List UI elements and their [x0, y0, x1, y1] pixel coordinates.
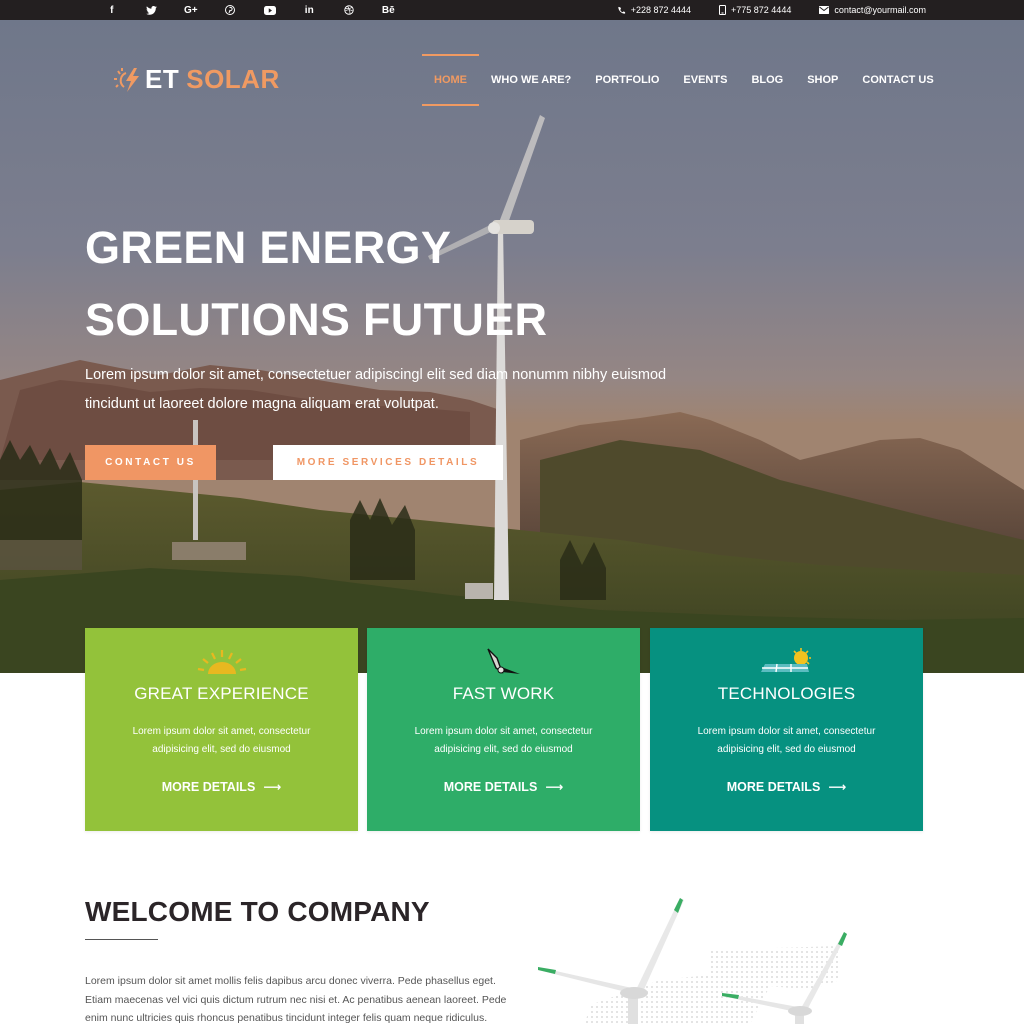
nav-item-contact-us[interactable]: CONTACT US — [850, 54, 945, 106]
card-title: TECHNOLOGIES — [717, 684, 856, 703]
card-desc-line-1: Lorem ipsum dolor sit amet, consectetur — [414, 726, 593, 737]
dribbble-icon[interactable] — [329, 0, 369, 20]
mobile-icon — [719, 5, 727, 15]
mobile-number: +775 872 4444 — [731, 5, 792, 15]
welcome-text: Lorem ipsum dolor sit amet mollis felis … — [85, 975, 507, 1024]
nav-item-who-we-are[interactable]: WHO WE ARE? — [479, 54, 583, 106]
arrow-right-icon: ⟶ — [263, 780, 282, 794]
email-address[interactable]: contact@yourmail.com — [834, 5, 926, 15]
card-description: Lorem ipsum dolor sit amet, consectetur … — [397, 723, 610, 759]
hero-text-line-2: tincidunt ut laoreet dolore magna aliqua… — [85, 396, 439, 412]
phone-contact: +228 872 4444 — [617, 5, 691, 15]
solar-panel-icon — [650, 648, 923, 674]
card-title: GREAT EXPERIENCE — [134, 684, 309, 703]
facebook-icon[interactable]: f — [92, 0, 132, 20]
twitter-icon[interactable] — [132, 0, 172, 20]
solar-bolt-icon — [114, 67, 139, 92]
nav-item-portfolio[interactable]: PORTFOLIO — [583, 54, 671, 106]
hero-title-line-1: GREEN ENERGY — [85, 222, 452, 273]
title-underline-divider — [85, 939, 158, 940]
social-links: f G+ in Bē — [92, 0, 408, 20]
wind-turbine-icon — [367, 648, 640, 674]
google-plus-icon[interactable]: G+ — [171, 0, 211, 20]
card-desc-line-2: adipisicing elit, sed do eiusmod — [152, 744, 291, 755]
card-title: FAST WORK — [452, 684, 555, 703]
phone-icon — [618, 6, 625, 14]
envelope-icon — [819, 6, 830, 14]
nav-item-blog[interactable]: BLOG — [739, 54, 795, 106]
hero-description: Lorem ipsum dolor sit amet, consectetuer… — [85, 361, 705, 419]
nav-item-events[interactable]: EVENTS — [671, 54, 739, 106]
feature-card-great-experience: GREAT EXPERIENCE Lorem ipsum dolor sit a… — [85, 628, 358, 831]
nav-item-home[interactable]: HOME — [422, 54, 479, 106]
pinterest-icon[interactable] — [211, 0, 251, 20]
site-logo[interactable]: ET SOLAR — [112, 64, 280, 95]
logo-text-et: ET — [145, 64, 180, 94]
feature-card-technologies: TECHNOLOGIES Lorem ipsum dolor sit amet,… — [650, 628, 923, 831]
card-description: Lorem ipsum dolor sit amet, consectetur … — [115, 723, 328, 759]
arrow-right-icon: ⟶ — [545, 780, 564, 794]
more-details-link[interactable]: MORE DETAILS ⟶ — [85, 779, 358, 795]
behance-icon[interactable]: Bē — [369, 0, 409, 20]
main-nav: HOME WHO WE ARE? PORTFOLIO EVENTS BLOG S… — [422, 54, 946, 106]
card-description: Lorem ipsum dolor sit amet, consectetur … — [680, 723, 893, 759]
card-desc-line-1: Lorem ipsum dolor sit amet, consectetur — [132, 726, 311, 737]
hero-title: GREEN ENERGY SOLUTIONS FUTUER — [85, 212, 547, 356]
youtube-icon[interactable] — [250, 0, 290, 20]
linkedin-icon[interactable]: in — [290, 0, 330, 20]
feature-card-fast-work: FAST WORK Lorem ipsum dolor sit amet, co… — [367, 628, 640, 831]
sun-icon — [85, 648, 358, 674]
more-details-link[interactable]: MORE DETAILS ⟶ — [367, 779, 640, 795]
hero-title-line-2: SOLUTIONS FUTUER — [85, 294, 548, 345]
contact-info: +228 872 4444 +775 872 4444 contact@your… — [617, 0, 926, 20]
more-details-label: MORE DETAILS — [161, 779, 256, 794]
top-bar: f G+ in Bē +228 872 4444 +775 872 4444 c… — [0, 0, 1024, 20]
welcome-title: WELCOME TO COMPANY — [85, 896, 430, 927]
more-services-button[interactable]: MORE SERVICES DETAILS — [273, 445, 503, 480]
more-details-label: MORE DETAILS — [726, 779, 821, 794]
mobile-contact: +775 872 4444 — [719, 5, 791, 15]
arrow-right-icon: ⟶ — [828, 780, 847, 794]
card-desc-line-2: adipisicing elit, sed do eiusmod — [717, 744, 856, 755]
more-details-link[interactable]: MORE DETAILS ⟶ — [650, 779, 923, 795]
nav-item-shop[interactable]: SHOP — [795, 54, 850, 106]
logo-text-solar: SOLAR — [186, 64, 280, 94]
hero-text-line-1: Lorem ipsum dolor sit amet, consectetuer… — [85, 367, 667, 383]
wind-turbines-illustration — [538, 898, 847, 1024]
contact-us-button[interactable]: CONTACT US — [85, 445, 216, 480]
hero-section: ET SOLAR HOME WHO WE ARE? PORTFOLIO EVEN… — [0, 20, 1024, 673]
more-details-label: MORE DETAILS — [443, 779, 538, 794]
card-desc-line-1: Lorem ipsum dolor sit amet, consectetur — [697, 726, 876, 737]
card-desc-line-2: adipisicing elit, sed do eiusmod — [434, 744, 573, 755]
phone-number: +228 872 4444 — [630, 5, 692, 15]
email-contact: contact@yourmail.com — [819, 5, 926, 15]
